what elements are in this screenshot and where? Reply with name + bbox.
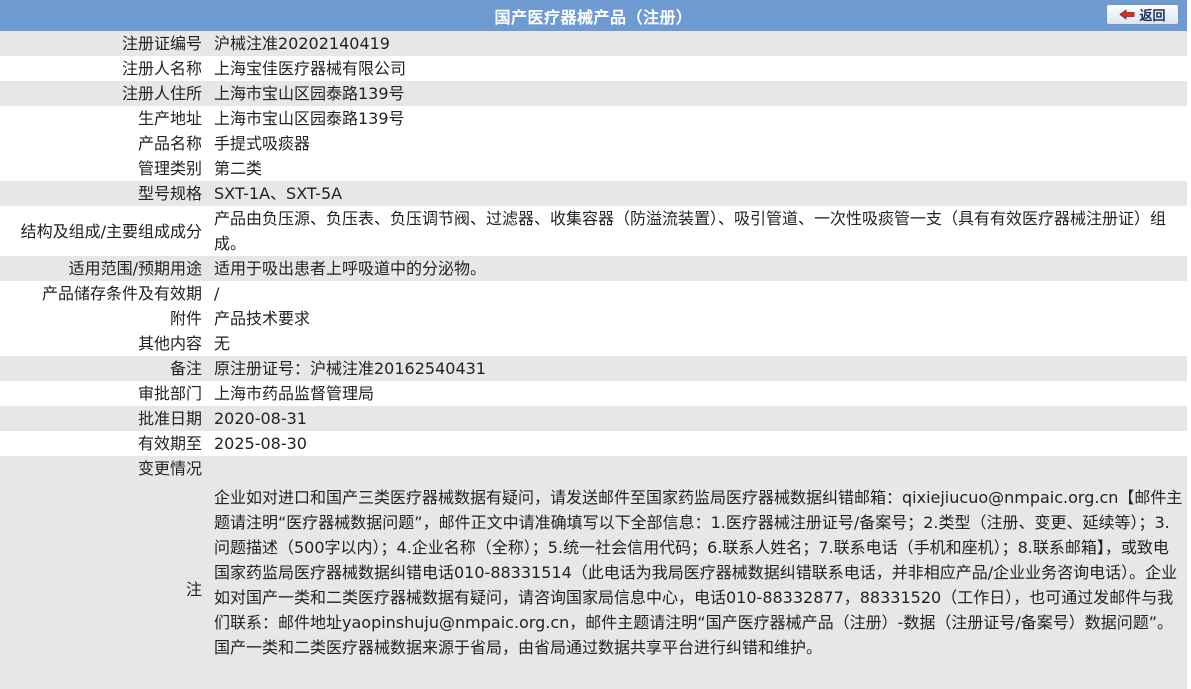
field-label: 注册人住所	[0, 81, 208, 106]
table-row: 管理类别 第二类	[0, 156, 1187, 181]
table-row: 结构及组成/主要组成成分 产品由负压源、负压表、负压调节阀、过滤器、收集容器（防…	[0, 206, 1187, 256]
field-value: 上海市宝山区园泰路139号	[208, 106, 1187, 131]
field-value	[208, 456, 1187, 481]
field-label: 批准日期	[0, 406, 208, 431]
field-value: SXT-1A、SXT-5A	[208, 181, 1187, 206]
field-label: 注册人名称	[0, 56, 208, 81]
table-row: 注册人住所 上海市宝山区园泰路139号	[0, 81, 1187, 106]
field-label: 适用范围/预期用途	[0, 256, 208, 281]
table-row: 产品储存条件及有效期 /	[0, 281, 1187, 306]
field-value: 产品技术要求	[208, 306, 1187, 331]
table-row: 适用范围/预期用途 适用于吸出患者上呼吸道中的分泌物。	[0, 256, 1187, 281]
field-label: 其他内容	[0, 331, 208, 356]
table-row: 生产地址 上海市宝山区园泰路139号	[0, 106, 1187, 131]
title-bar: 国产医疗器械产品（注册） 返回	[0, 0, 1187, 31]
field-label: 结构及组成/主要组成成分	[0, 206, 208, 256]
table-row: 变更情况	[0, 456, 1187, 481]
table-row: 审批部门 上海市药品监督管理局	[0, 381, 1187, 406]
table-row: 备注 原注册证号：沪械注准20162540431	[0, 356, 1187, 381]
field-label: 注	[0, 481, 208, 689]
field-value: 上海市药品监督管理局	[208, 381, 1187, 406]
field-label: 变更情况	[0, 456, 208, 481]
field-label: 管理类别	[0, 156, 208, 181]
table-row: 注册证编号 沪械注准20202140419	[0, 31, 1187, 56]
field-label: 附件	[0, 306, 208, 331]
field-value: 原注册证号：沪械注准20162540431	[208, 356, 1187, 381]
field-value: 2020-08-31	[208, 406, 1187, 431]
table-row: 注 企业如对进口和国产三类医疗器械数据有疑问，请发送邮件至国家药监局医疗器械数据…	[0, 481, 1187, 689]
field-label: 有效期至	[0, 431, 208, 456]
back-button-label: 返回	[1139, 9, 1166, 24]
table-row: 批准日期 2020-08-31	[0, 406, 1187, 431]
field-value: 无	[208, 331, 1187, 356]
field-value: /	[208, 281, 1187, 306]
note-text: 企业如对进口和国产三类医疗器械数据有疑问，请发送邮件至国家药监局医疗器械数据纠错…	[208, 481, 1187, 689]
field-label: 生产地址	[0, 106, 208, 131]
back-button[interactable]: 返回	[1106, 4, 1179, 25]
table-row: 产品名称 手提式吸痰器	[0, 131, 1187, 156]
field-value: 上海市宝山区园泰路139号	[208, 81, 1187, 106]
field-value: 上海宝佳医疗器械有限公司	[208, 56, 1187, 81]
field-label: 备注	[0, 356, 208, 381]
field-value: 手提式吸痰器	[208, 131, 1187, 156]
field-label: 注册证编号	[0, 31, 208, 56]
table-row: 其他内容 无	[0, 331, 1187, 356]
field-value: 第二类	[208, 156, 1187, 181]
field-value: 产品由负压源、负压表、负压调节阀、过滤器、收集容器（防溢流装置）、吸引管道、一次…	[208, 206, 1187, 256]
field-value: 2025-08-30	[208, 431, 1187, 456]
field-value: 沪械注准20202140419	[208, 31, 1187, 56]
table-row: 型号规格 SXT-1A、SXT-5A	[0, 181, 1187, 206]
page-title: 国产医疗器械产品（注册）	[494, 7, 693, 27]
field-label: 产品名称	[0, 131, 208, 156]
table-row: 附件 产品技术要求	[0, 306, 1187, 331]
table-row: 有效期至 2025-08-30	[0, 431, 1187, 456]
field-label: 审批部门	[0, 381, 208, 406]
detail-page: 国产医疗器械产品（注册） 返回 注册证编号 沪械注准20202140419 注册…	[0, 0, 1187, 689]
product-info-table: 注册证编号 沪械注准20202140419 注册人名称 上海宝佳医疗器械有限公司…	[0, 31, 1187, 689]
field-label: 产品储存条件及有效期	[0, 281, 208, 306]
back-arrow-icon	[1119, 9, 1135, 20]
table-row: 注册人名称 上海宝佳医疗器械有限公司	[0, 56, 1187, 81]
field-label: 型号规格	[0, 181, 208, 206]
field-value: 适用于吸出患者上呼吸道中的分泌物。	[208, 256, 1187, 281]
